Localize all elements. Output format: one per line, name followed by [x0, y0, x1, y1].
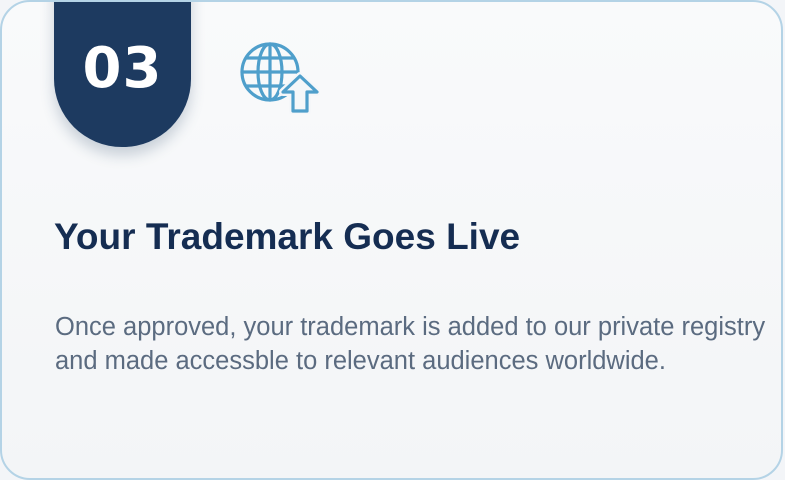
globe-upload-icon — [240, 42, 320, 114]
step-number: 03 — [82, 36, 163, 101]
card-title: Your Trademark Goes Live — [54, 216, 521, 257]
step-badge: 03 — [54, 2, 191, 147]
step-card: 03 Your Trademark Goes Live Once approve… — [0, 0, 783, 480]
card-description: Once approved, your trademark is added t… — [55, 313, 766, 375]
